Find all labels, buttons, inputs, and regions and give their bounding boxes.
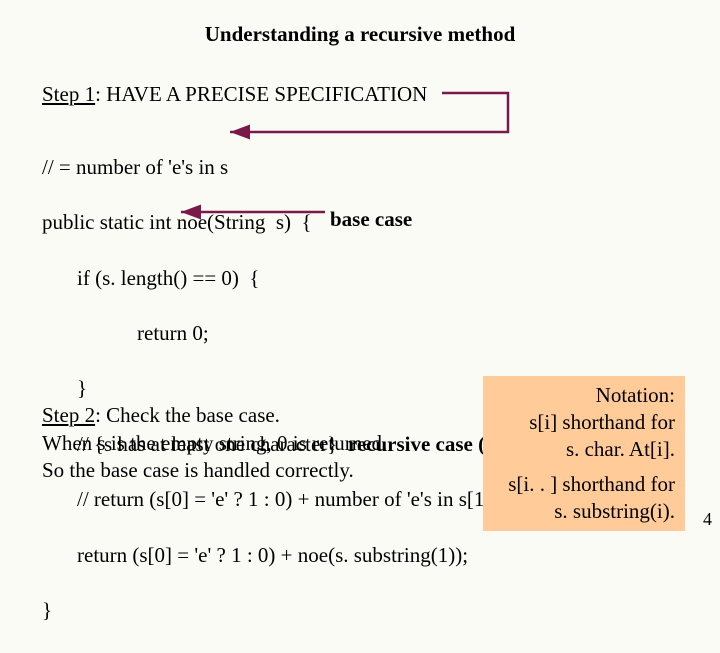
page-number: 4 xyxy=(703,509,712,530)
step1-text: : HAVE A PRECISE SPECIFICATION xyxy=(95,82,427,106)
slide-title: Understanding a recursive method xyxy=(0,22,720,47)
code-line-4: return 0; xyxy=(42,320,663,348)
base-case-label: base case xyxy=(330,207,412,232)
note-l3: s. char. At[i]. xyxy=(489,436,675,463)
step2-label: Step 2 xyxy=(42,403,95,427)
code-line-3: if (s. length() == 0) { xyxy=(42,265,663,293)
code-line-1: // = number of 'e's in s xyxy=(42,154,663,182)
step2-block: Step 2: Check the base case. When s is t… xyxy=(42,402,387,485)
step2-text2: When s is the empty string, 0 is returne… xyxy=(42,430,387,458)
note-l4: s[i. . ] shorthand for xyxy=(489,471,675,498)
note-l5: s. substring(i). xyxy=(489,498,675,525)
step2-text3: So the base case is handled correctly. xyxy=(42,457,387,485)
notation-box: Notation: s[i] shorthand for s. char. At… xyxy=(483,376,685,531)
step1-label: Step 1 xyxy=(42,82,95,106)
step2-text1: : Check the base case. xyxy=(95,403,280,427)
note-l2: s[i] shorthand for xyxy=(489,409,675,436)
code-line-8: return (s[0] = 'e' ? 1 : 0) + noe(s. sub… xyxy=(42,542,663,570)
step1-line: Step 1: HAVE A PRECISE SPECIFICATION xyxy=(42,82,427,107)
code-line-9: } xyxy=(42,597,663,625)
note-l1: Notation: xyxy=(489,382,675,409)
